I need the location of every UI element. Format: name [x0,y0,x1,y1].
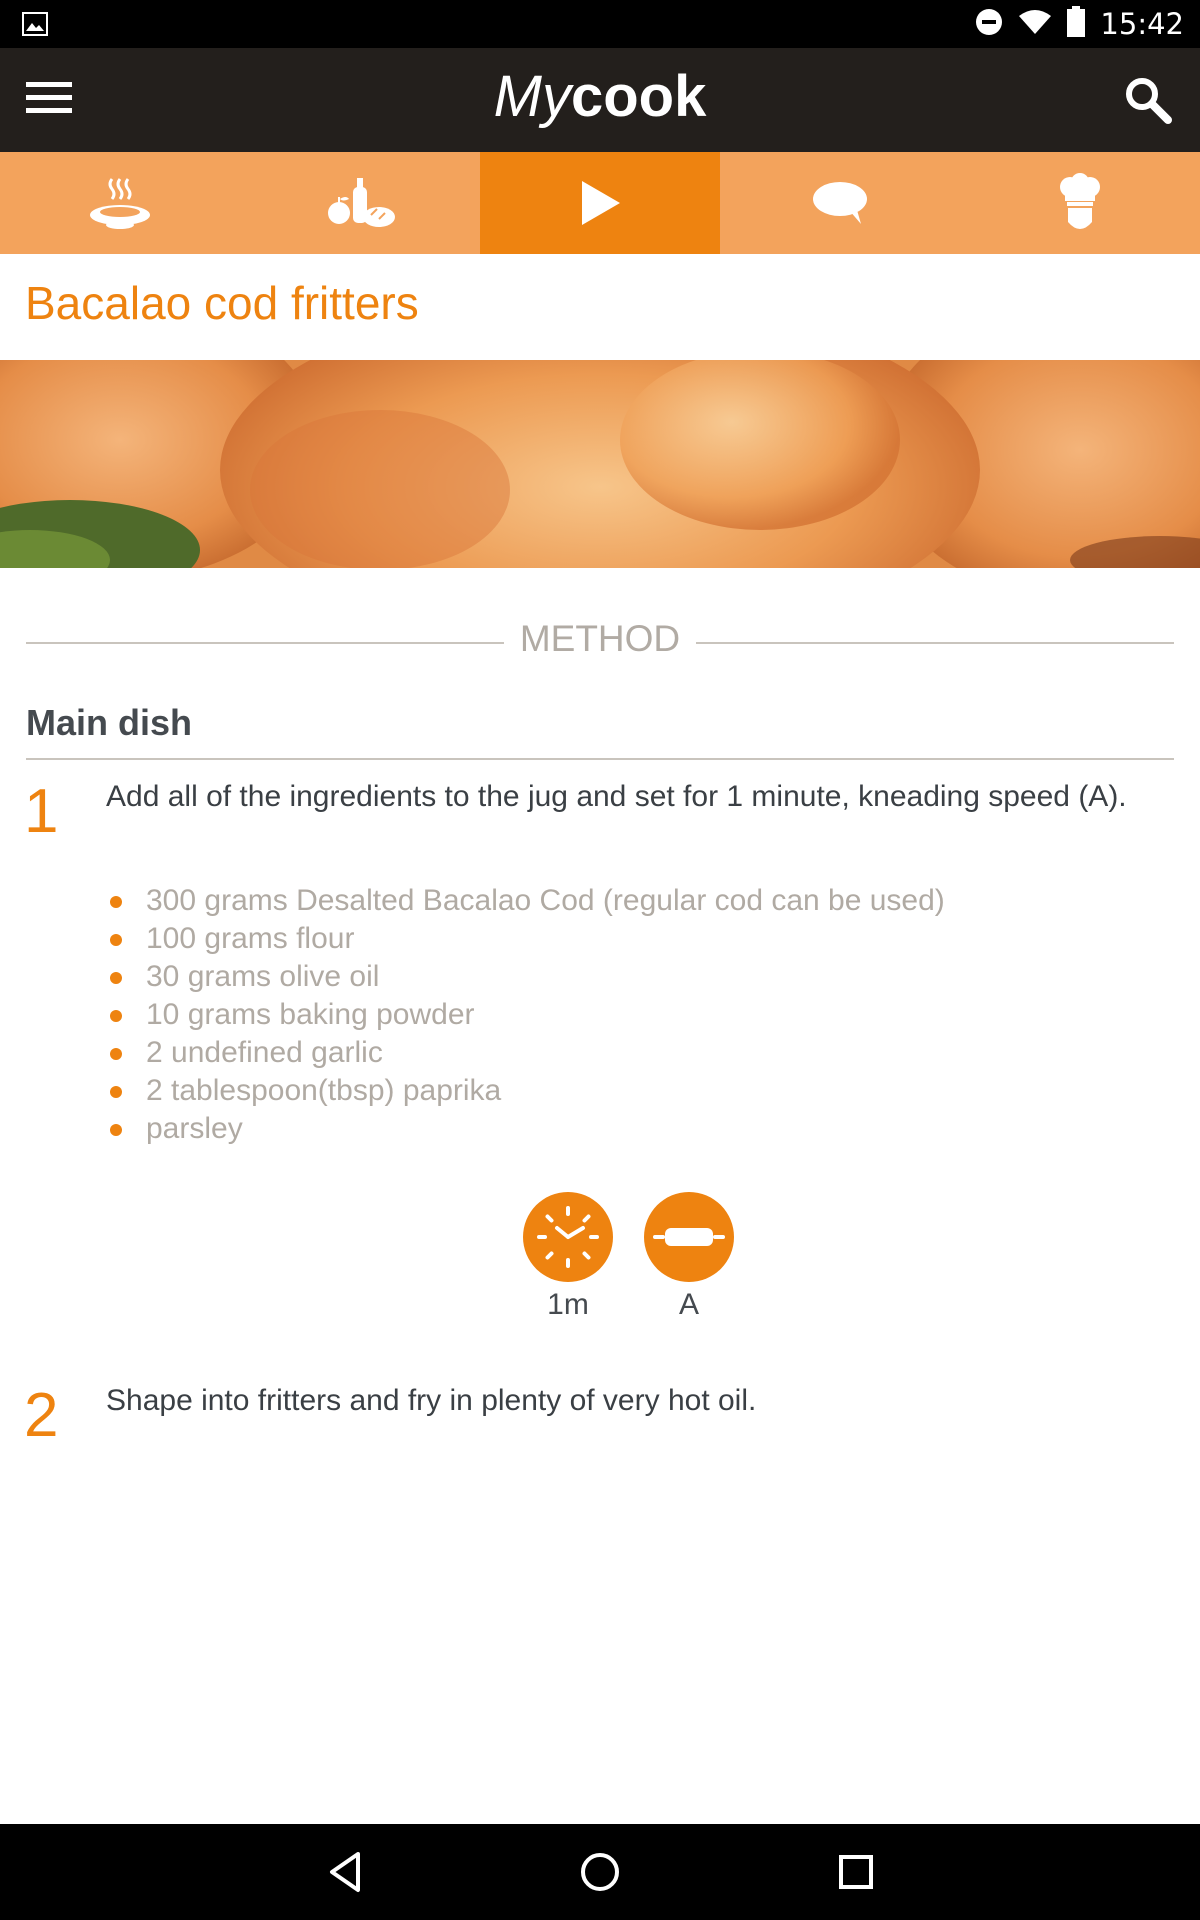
divider-line-right [696,642,1174,644]
back-icon [330,1852,360,1892]
clock-icon [537,1206,599,1268]
ingredient-text: 2 undefined garlic [146,1036,383,1069]
status-bar: 15:42 [0,0,1200,48]
ingredient-text: 10 grams baking powder [146,998,475,1031]
bullet-icon [110,896,122,908]
image-notification-icon [22,12,48,41]
search-icon [1126,78,1172,124]
ingredient-item: 2 undefined garlic [106,1034,945,1072]
system-nav-bar [0,1824,1200,1920]
do-not-disturb-icon [974,7,1004,42]
logo-cook: cook [570,64,707,129]
tab-chef[interactable] [960,152,1200,254]
bullet-icon [110,1010,122,1022]
speed-badge [644,1192,734,1282]
step-number: 1 [24,777,59,846]
play-icon [582,181,620,225]
tab-dish[interactable] [0,152,240,254]
bullet-icon [110,1086,122,1098]
time-badge [523,1192,613,1282]
chef-hat-icon [1060,173,1100,229]
ingredient-item: 2 tablespoon(tbsp) paprika [106,1072,945,1110]
ingredient-item: 30 grams olive oil [106,958,945,996]
ingredient-text: 300 grams Desalted Bacalao Cod (regular … [146,884,945,917]
recents-icon [839,1855,873,1889]
tab-comments[interactable] [720,152,960,254]
ingredient-item: parsley [106,1110,945,1148]
speed-parameter: A [644,1192,734,1322]
bullet-icon [110,934,122,946]
method-divider: METHOD [26,618,1174,662]
step-parameters: 1m A [0,1192,1200,1322]
recipe-tabs [0,152,1200,254]
home-button[interactable] [574,1846,626,1898]
ingredient-text: parsley [146,1112,243,1145]
bullet-icon [110,1124,122,1136]
time-value: 1m [547,1288,589,1321]
ingredient-text: 30 grams olive oil [146,960,380,993]
section-divider [26,758,1174,760]
recipe-title: Bacalao cod fritters [25,277,419,329]
kneading-icon [653,1228,725,1246]
section-title: Main dish [26,702,193,743]
recipe-photo [0,360,1200,568]
back-button[interactable] [320,1846,372,1898]
status-time: 15:42 [1100,7,1184,41]
battery-icon [1066,5,1086,43]
home-icon [581,1853,619,1891]
soup-bowl-icon [90,178,150,229]
ingredient-list: 300 grams Desalted Bacalao Cod (regular … [106,882,945,1148]
ingredient-item: 100 grams flour [106,920,945,958]
method-heading: METHOD [519,618,681,659]
step-text: Shape into fritters and fry in plenty of… [106,1384,757,1417]
recents-button[interactable] [830,1846,882,1898]
bullet-icon [110,972,122,984]
tab-ingredients[interactable] [240,152,480,254]
bullet-icon [110,1048,122,1060]
ingredient-text: 2 tablespoon(tbsp) paprika [146,1074,502,1107]
ingredient-text: 100 grams flour [146,922,355,955]
speed-value: A [678,1288,699,1321]
app-bar: Mycook [0,48,1200,152]
ingredient-item: 300 grams Desalted Bacalao Cod (regular … [106,882,945,920]
step-number: 2 [24,1381,59,1450]
time-parameter: 1m [523,1192,613,1322]
logo-my: My [493,64,571,129]
step-text: Add all of the ingredients to the jug an… [106,780,1127,813]
groceries-icon [328,178,395,227]
speech-bubble-icon [813,182,867,224]
ingredient-item: 10 grams baking powder [106,996,945,1034]
wifi-icon [1018,8,1052,41]
search-button[interactable] [1120,72,1176,128]
app-logo: Mycook [0,62,1200,132]
tab-method[interactable] [480,152,720,254]
fritters-image [0,360,1200,568]
